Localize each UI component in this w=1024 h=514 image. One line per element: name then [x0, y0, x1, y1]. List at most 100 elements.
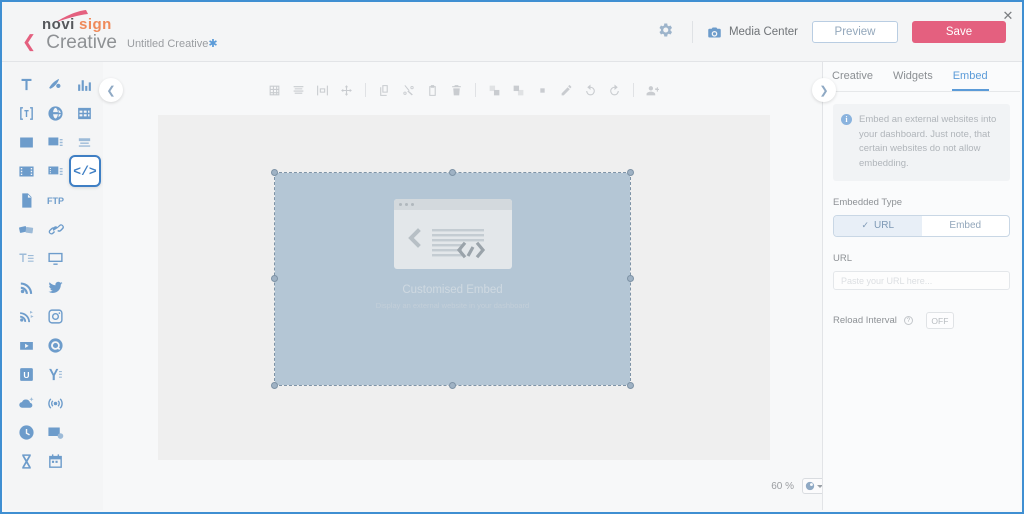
back-chevron-icon[interactable]: ❮ [22, 33, 36, 50]
sidebar-item-twitter-widget[interactable] [41, 273, 70, 302]
document-icon [22, 193, 32, 208]
sidebar-item-rss-feed-widget[interactable] [12, 302, 41, 331]
gear-icon[interactable] [656, 21, 678, 43]
embedded-type-option-embed[interactable]: Embed [922, 216, 1010, 236]
sidebar-item-document-widget[interactable] [12, 186, 41, 215]
browser-mock-titlebar [393, 199, 512, 210]
sidebar-item-embed-widget[interactable]: </> [69, 155, 101, 187]
media-center-label: Media Center [728, 26, 798, 38]
sidebar-item-countdown-widget[interactable] [12, 447, 41, 476]
sidebar-item-video-playlist-widget[interactable] [41, 157, 70, 186]
resize-handle-middle-right[interactable] [627, 275, 634, 282]
yammer-icon [49, 368, 62, 381]
resize-handle-bottom-left[interactable] [271, 382, 278, 389]
tab-widgets[interactable]: Widgets [892, 62, 934, 91]
rail-empty-slot [70, 186, 99, 215]
sidebar-item-slideshow-widget[interactable] [41, 128, 70, 157]
sidebar-item-gallery-widget[interactable] [41, 418, 70, 447]
move-button[interactable] [339, 83, 354, 98]
add-user-button[interactable] [645, 83, 660, 98]
resize-handle-top-left[interactable] [271, 169, 278, 176]
resize-handle-top-center[interactable] [448, 169, 456, 176]
sidebar-item-live-stream-widget[interactable] [41, 389, 70, 418]
code-icon: </> [73, 163, 97, 179]
sidebar-item-yammer-widget[interactable] [41, 360, 70, 389]
cut-button[interactable] [401, 83, 416, 98]
paint-icon [49, 78, 61, 89]
broadcast-icon [48, 398, 63, 409]
redo-button[interactable] [607, 83, 622, 98]
sidebar-item-rss-widget[interactable] [12, 273, 41, 302]
sidebar-item-table-widget[interactable] [70, 99, 99, 128]
sidebar-item-quora-widget[interactable] [41, 331, 70, 360]
zoom-controls: 60 % [771, 478, 826, 494]
bring-front-button[interactable] [487, 83, 502, 98]
sidebar-item-cards-widget[interactable] [12, 215, 41, 244]
sidebar-item-ftp-widget[interactable]: FTP [41, 186, 70, 215]
logo-text-novi: novi [42, 16, 75, 33]
url-input[interactable] [833, 271, 1010, 291]
edit-button[interactable] [559, 83, 574, 98]
sidebar-item-web-widget[interactable] [41, 99, 70, 128]
toolbar-separator [475, 83, 476, 97]
save-button[interactable]: Save [912, 21, 1006, 43]
send-back-button[interactable] [511, 83, 526, 98]
camera-icon [708, 27, 721, 37]
sidebar-item-clock-widget[interactable] [12, 418, 41, 447]
browser-dot [410, 203, 414, 206]
close-icon[interactable]: ✕ [1000, 8, 1016, 24]
instagram-icon [48, 309, 63, 324]
sidebar-item-banner-widget[interactable] [70, 128, 99, 157]
reload-interval-toggle[interactable]: OFF [925, 312, 954, 330]
sidebar-item-weather-widget[interactable] [12, 389, 41, 418]
canvas-sheet[interactable]: Customised Embed Display an external web… [158, 115, 770, 460]
sidebar-item-ticker-widget[interactable] [12, 244, 41, 273]
sidebar-item-link-widget[interactable] [41, 215, 70, 244]
quora-icon [48, 338, 63, 353]
tab-creative[interactable]: Creative [831, 62, 874, 91]
paste-button[interactable] [425, 83, 440, 98]
distribute-button[interactable] [315, 83, 330, 98]
resize-handle-bottom-right[interactable] [627, 382, 634, 389]
sidebar-item-image-widget[interactable] [12, 128, 41, 157]
resize-handle-middle-left[interactable] [271, 275, 278, 282]
delete-button[interactable] [449, 83, 464, 98]
align-button[interactable] [291, 83, 306, 98]
banner-icon [78, 138, 91, 147]
weather-icon [19, 397, 34, 408]
rss-alt-icon [20, 310, 34, 323]
canvas-toolbar [103, 78, 824, 102]
sidebar-item-chart-widget[interactable] [70, 70, 99, 99]
collapse-left-button[interactable]: ❮ [99, 78, 123, 102]
sidebar-item-text-widget[interactable] [12, 70, 41, 99]
bring-to-front-icon [489, 85, 500, 95]
rail-empty-slot [70, 302, 99, 331]
sidebar-item-instagram-widget[interactable] [41, 302, 70, 331]
sidebar-item-youtube-widget[interactable] [12, 331, 41, 360]
tab-embed[interactable]: Embed [951, 62, 989, 91]
sidebar-item-video-widget[interactable] [12, 157, 41, 186]
resize-handle-top-right[interactable] [627, 169, 634, 176]
collapse-right-button[interactable]: ❯ [812, 78, 836, 102]
copy-icon [380, 84, 388, 96]
embedded-type-label: Embedded Type [833, 196, 903, 208]
media-center-button[interactable]: Media Center [707, 25, 798, 40]
grid-button[interactable] [267, 83, 282, 98]
resize-handle-bottom-center[interactable] [448, 382, 456, 389]
photo-gallery-icon [48, 427, 64, 439]
embed-widget-instance[interactable]: Customised Embed Display an external web… [271, 169, 634, 389]
widget-title: Customised Embed [402, 284, 503, 296]
preview-button[interactable]: Preview [812, 21, 898, 43]
reload-interval-row: Reload Interval ? OFF [833, 312, 1010, 330]
sidebar-item-text3d-widget[interactable] [12, 99, 41, 128]
resize-button[interactable] [535, 83, 550, 98]
undo-button[interactable] [583, 83, 598, 98]
sidebar-item-paint-widget[interactable] [41, 70, 70, 99]
logo-svg: novi sign [42, 10, 111, 33]
copy-button[interactable] [377, 83, 392, 98]
sidebar-item-screen-widget[interactable] [41, 244, 70, 273]
sidebar-item-untappd-widget[interactable]: U [12, 360, 41, 389]
calendar-icon [49, 454, 62, 468]
sidebar-item-calendar-widget[interactable] [41, 447, 70, 476]
embedded-type-option-url[interactable]: ✓ URL [834, 215, 922, 236]
